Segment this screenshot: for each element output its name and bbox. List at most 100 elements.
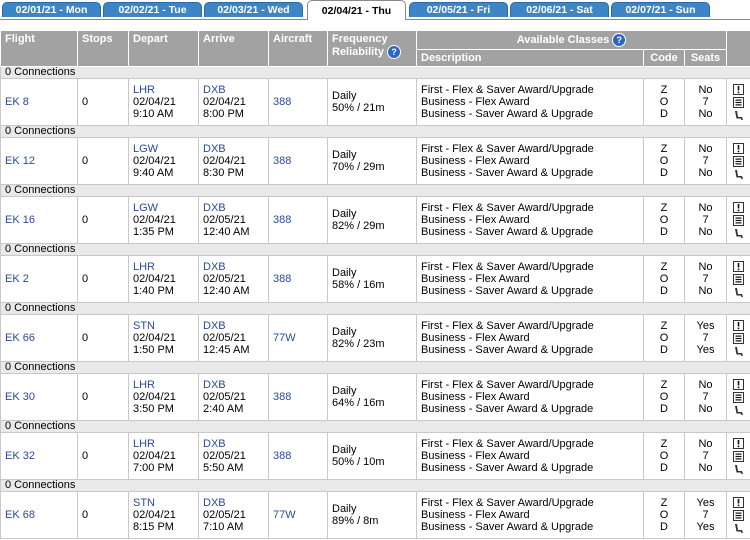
connections-row: 0 Connections [0,420,750,433]
arrive-airport[interactable]: DXB [203,143,264,155]
tab-date-1[interactable]: 02/02/21 - Tue [103,2,202,17]
reliability: 50% / 10m [332,456,385,468]
col-header-available-classes: Available Classes? [416,30,727,50]
arrive-airport[interactable]: DXB [203,84,264,96]
connections-row: 0 Connections [0,66,750,79]
arrive-airport[interactable]: DXB [203,438,264,450]
alert-icon[interactable] [733,260,744,272]
depart-airport[interactable]: LHR [133,261,194,273]
arrive-time: 12:40 AM [203,226,250,238]
depart-airport[interactable]: LHR [133,84,194,96]
details-icon[interactable] [733,509,744,521]
stops: 0 [77,491,129,539]
arrive-airport[interactable]: DXB [203,379,264,391]
flight-number[interactable]: EK 12 [0,137,78,185]
flight-number[interactable]: EK 2 [0,255,78,303]
reliability: 70% / 29m [332,161,385,173]
flight-number[interactable]: EK 8 [0,78,78,126]
arrive-airport[interactable]: DXB [203,261,264,273]
depart-airport[interactable]: STN [133,497,194,509]
class-seats: No [698,167,713,179]
class-code-cell: ZOD [643,373,685,421]
alert-icon[interactable] [733,496,744,508]
aircraft[interactable]: 388 [268,255,328,303]
frequency-cell: Daily 82% / 29m [327,196,417,244]
alert-icon[interactable] [733,437,744,449]
alert-icon[interactable] [733,378,744,390]
flight-row: EK 66 0 STN 02/04/21 1:50 PM DXB 02/05/21 12:45… [0,314,750,362]
arrive-airport[interactable]: DXB [203,320,264,332]
class-desc: Business - Saver Award & Upgrade [421,285,594,297]
class-desc: Business - Flex Award [421,450,530,462]
aircraft[interactable]: 388 [268,78,328,126]
help-icon[interactable]: ? [612,33,627,47]
aircraft[interactable]: 388 [268,137,328,185]
class-seats: Yes [696,497,715,509]
tab-date-2[interactable]: 02/03/21 - Wed [204,2,303,17]
details-icon[interactable] [733,96,744,108]
class-code: Z [660,84,668,96]
depart-airport[interactable]: LGW [133,202,194,214]
depart-time: 1:40 PM [133,285,174,297]
alert-icon[interactable] [733,319,744,331]
class-code: D [660,344,668,356]
arrive-date: 02/05/21 [203,509,246,521]
depart-airport[interactable]: LGW [133,143,194,155]
tab-date-6[interactable]: 02/07/21 - Sun [611,2,710,17]
class-desc: First - Flex & Saver Award/Upgrade [421,438,594,450]
tab-date-4[interactable]: 02/05/21 - Fri [409,2,508,17]
connections-label: 0 Connections [0,184,750,197]
tab-date-5[interactable]: 02/06/21 - Sat [510,2,609,17]
flight-number[interactable]: EK 30 [0,373,78,421]
seat-map-icon[interactable] [733,523,744,534]
class-code: Z [660,438,668,450]
aircraft[interactable]: 77W [268,491,328,539]
depart-cell: LGW 02/04/21 1:35 PM [128,196,199,244]
details-icon[interactable] [733,391,744,403]
details-icon[interactable] [733,155,744,167]
flight-row: EK 8 0 LHR 02/04/21 9:10 AM DXB 02/04/21 8:00 P… [0,78,750,126]
class-desc-cell: First - Flex & Saver Award/Upgrade Busine… [416,255,644,303]
class-code: Z [660,143,668,155]
aircraft[interactable]: 388 [268,196,328,244]
class-seats: No [698,285,713,297]
alert-icon[interactable] [733,83,744,95]
seat-map-icon[interactable] [733,169,744,180]
alert-icon[interactable] [733,201,744,213]
aircraft[interactable]: 388 [268,432,328,480]
aircraft[interactable]: 388 [268,373,328,421]
flight-number[interactable]: EK 32 [0,432,78,480]
details-icon[interactable] [733,332,744,344]
depart-airport[interactable]: LHR [133,438,194,450]
class-desc-cell: First - Flex & Saver Award/Upgrade Busine… [416,491,644,539]
aircraft[interactable]: 77W [268,314,328,362]
details-icon[interactable] [733,450,744,462]
class-seats: Yes [696,521,715,533]
depart-time: 1:35 PM [133,226,174,238]
seat-map-icon[interactable] [733,405,744,416]
help-icon[interactable]: ? [386,45,401,59]
seat-map-icon[interactable] [733,287,744,298]
depart-airport[interactable]: STN [133,320,194,332]
seat-map-icon[interactable] [733,464,744,475]
frequency-cell: Daily 89% / 8m [327,491,417,539]
tab-date-3[interactable]: 02/04/21 - Thu [307,0,406,20]
arrive-cell: DXB 02/05/21 12:45 AM [198,314,269,362]
seat-map-icon[interactable] [733,110,744,121]
seat-map-icon[interactable] [733,228,744,239]
flight-number[interactable]: EK 68 [0,491,78,539]
arrive-airport[interactable]: DXB [203,497,264,509]
frequency-cell: Daily 58% / 16m [327,255,417,303]
depart-airport[interactable]: LHR [133,379,194,391]
flight-number[interactable]: EK 66 [0,314,78,362]
tab-date-0[interactable]: 02/01/21 - Mon [2,2,101,17]
class-desc: First - Flex & Saver Award/Upgrade [421,320,594,332]
arrive-airport[interactable]: DXB [203,202,264,214]
details-icon[interactable] [733,273,744,285]
alert-icon[interactable] [733,142,744,154]
flight-number[interactable]: EK 16 [0,196,78,244]
row-actions [726,314,750,362]
class-code: O [659,273,669,285]
seat-map-icon[interactable] [733,346,744,357]
details-icon[interactable] [733,214,744,226]
